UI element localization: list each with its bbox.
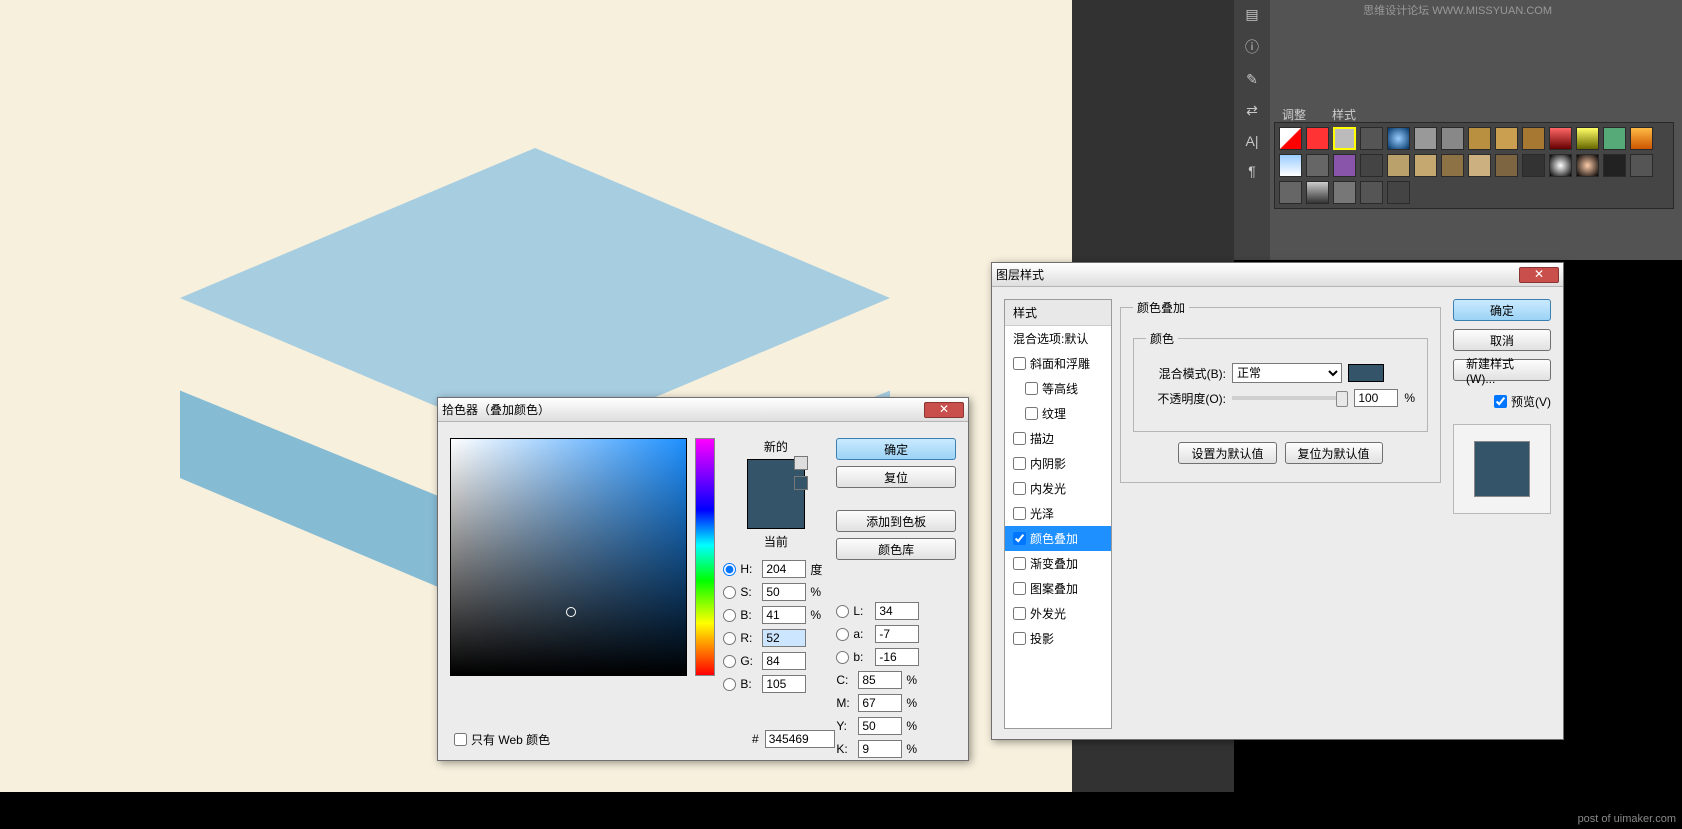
blend-mode-select[interactable]: 正常 bbox=[1232, 363, 1342, 383]
y-input[interactable] bbox=[858, 717, 902, 735]
add-swatch-button[interactable]: 添加到色板 bbox=[836, 510, 956, 532]
hue-slider[interactable] bbox=[695, 438, 715, 676]
blend-mode-label: 混合模式(B): bbox=[1146, 365, 1226, 382]
preview-checkbox[interactable] bbox=[1494, 395, 1507, 408]
lb-input[interactable] bbox=[875, 648, 919, 666]
cube-icon[interactable] bbox=[794, 456, 808, 470]
r-radio[interactable] bbox=[723, 632, 736, 645]
texture-row[interactable]: 纹理 bbox=[1005, 401, 1111, 426]
b-radio[interactable] bbox=[723, 609, 736, 622]
l-radio[interactable] bbox=[836, 605, 849, 618]
l-input[interactable] bbox=[875, 602, 919, 620]
a-radio[interactable] bbox=[836, 628, 849, 641]
gradient-overlay-row[interactable]: 渐变叠加 bbox=[1005, 551, 1111, 576]
g-radio[interactable] bbox=[723, 655, 736, 668]
style-none[interactable] bbox=[1279, 127, 1302, 150]
dialog-actions: 确定 取消 新建样式(W)... 预览(V) bbox=[1449, 287, 1563, 741]
close-icon[interactable]: ✕ bbox=[924, 402, 964, 418]
outer-glow-row[interactable]: 外发光 bbox=[1005, 601, 1111, 626]
h-radio[interactable] bbox=[723, 563, 736, 576]
color-field[interactable] bbox=[450, 438, 687, 676]
picker-actions: 确定 复位 添加到色板 颜色库 L: a: b: C:% M:% Y:% K:% bbox=[836, 438, 956, 758]
dialog-title: 图层样式 bbox=[996, 266, 1519, 283]
set-default-button[interactable]: 设置为默认值 bbox=[1178, 442, 1276, 464]
color-picker-dialog: 拾色器（叠加颜色） ✕ 新的 当前 H:度 S:% B:% R: G: bbox=[437, 397, 969, 761]
stroke-row[interactable]: 描边 bbox=[1005, 426, 1111, 451]
bevel-row[interactable]: 斜面和浮雕 bbox=[1005, 351, 1111, 376]
preview-swatch bbox=[1474, 441, 1530, 497]
titlebar[interactable]: 拾色器（叠加颜色） ✕ bbox=[438, 398, 968, 422]
reset-default-button[interactable]: 复位为默认值 bbox=[1285, 442, 1383, 464]
opacity-input[interactable] bbox=[1354, 389, 1398, 407]
styles-grid[interactable] bbox=[1274, 122, 1674, 209]
layer-style-dialog: 图层样式 ✕ 样式 混合选项:默认 斜面和浮雕 等高线 纹理 描边 内阴影 内发… bbox=[991, 262, 1564, 740]
close-icon[interactable]: ✕ bbox=[1519, 267, 1559, 283]
h-input[interactable] bbox=[762, 560, 806, 578]
hex-row: # bbox=[752, 730, 835, 748]
panels-dock: ▤ ⓘ ✎ ⇄ A| ¶ 调整 样式 bbox=[1234, 0, 1682, 260]
k-input[interactable] bbox=[858, 740, 902, 758]
inner-shadow-row[interactable]: 内阴影 bbox=[1005, 451, 1111, 476]
swap-icon[interactable]: ⇄ bbox=[1246, 102, 1258, 119]
bc-input[interactable] bbox=[762, 675, 806, 693]
list-header: 样式 bbox=[1005, 300, 1111, 326]
opacity-label: 不透明度(O): bbox=[1146, 390, 1226, 407]
color-overlay-row[interactable]: 颜色叠加 bbox=[1005, 526, 1111, 551]
ok-button[interactable]: 确定 bbox=[836, 438, 956, 460]
inner-glow-row[interactable]: 内发光 bbox=[1005, 476, 1111, 501]
hsb-rgb-fields: H:度 S:% B:% R: G: B: bbox=[723, 560, 828, 693]
current-color bbox=[748, 494, 804, 528]
c-input[interactable] bbox=[858, 671, 902, 689]
type-icon[interactable]: A| bbox=[1246, 133, 1259, 149]
s-radio[interactable] bbox=[723, 586, 736, 599]
info-icon[interactable]: ⓘ bbox=[1245, 37, 1259, 57]
r-input[interactable] bbox=[762, 629, 806, 647]
reset-button[interactable]: 复位 bbox=[836, 466, 956, 488]
lab-cmyk-fields: L: a: b: C:% M:% Y:% K:% bbox=[836, 602, 956, 758]
color-fieldset: 颜色 混合模式(B): 正常 不透明度(O): % bbox=[1133, 330, 1428, 432]
web-only-row: 只有 Web 颜色 bbox=[454, 731, 550, 748]
a-input[interactable] bbox=[875, 625, 919, 643]
bc-radio[interactable] bbox=[723, 678, 736, 691]
settings-pane: 颜色叠加 颜色 混合模式(B): 正常 不透明度(O): % bbox=[1112, 287, 1449, 741]
histogram-icon[interactable]: ▤ bbox=[1245, 6, 1258, 23]
s-input[interactable] bbox=[762, 583, 806, 601]
brush-icon[interactable]: ✎ bbox=[1246, 71, 1258, 88]
bv-input[interactable] bbox=[762, 606, 806, 624]
preview-box bbox=[1453, 424, 1551, 514]
satin-row[interactable]: 光泽 bbox=[1005, 501, 1111, 526]
preview-column: 新的 当前 H:度 S:% B:% R: G: B: bbox=[723, 438, 828, 758]
hex-input[interactable] bbox=[765, 730, 835, 748]
effects-list: 样式 混合选项:默认 斜面和浮雕 等高线 纹理 描边 内阴影 内发光 光泽 颜色… bbox=[1004, 299, 1112, 729]
watermark: post of uimaker.com bbox=[1578, 813, 1676, 825]
ok-button[interactable]: 确定 bbox=[1453, 299, 1551, 321]
panel-icon-strip: ▤ ⓘ ✎ ⇄ A| ¶ bbox=[1234, 0, 1270, 260]
lb-radio[interactable] bbox=[836, 651, 849, 664]
cancel-button[interactable]: 取消 bbox=[1453, 329, 1551, 351]
m-input[interactable] bbox=[858, 694, 902, 712]
titlebar[interactable]: 图层样式 ✕ bbox=[992, 263, 1563, 287]
opacity-slider[interactable] bbox=[1232, 396, 1348, 400]
pattern-overlay-row[interactable]: 图案叠加 bbox=[1005, 576, 1111, 601]
dialog-title: 拾色器（叠加颜色） bbox=[442, 401, 924, 418]
paragraph-icon[interactable]: ¶ bbox=[1248, 163, 1256, 179]
color-lib-button[interactable]: 颜色库 bbox=[836, 538, 956, 560]
nearest-websafe-icon[interactable] bbox=[794, 476, 808, 490]
g-input[interactable] bbox=[762, 652, 806, 670]
watermark2: 思维设计论坛 WWW.MISSYUAN.COM bbox=[1363, 2, 1552, 18]
contour-row[interactable]: 等高线 bbox=[1005, 376, 1111, 401]
new-style-button[interactable]: 新建样式(W)... bbox=[1453, 359, 1551, 381]
blend-options-row[interactable]: 混合选项:默认 bbox=[1005, 326, 1111, 351]
overlay-color-swatch[interactable] bbox=[1348, 364, 1384, 382]
web-only-checkbox[interactable] bbox=[454, 733, 467, 746]
color-cursor[interactable] bbox=[566, 607, 576, 617]
drop-shadow-row[interactable]: 投影 bbox=[1005, 626, 1111, 651]
color-overlay-group: 颜色叠加 颜色 混合模式(B): 正常 不透明度(O): % bbox=[1120, 299, 1441, 483]
